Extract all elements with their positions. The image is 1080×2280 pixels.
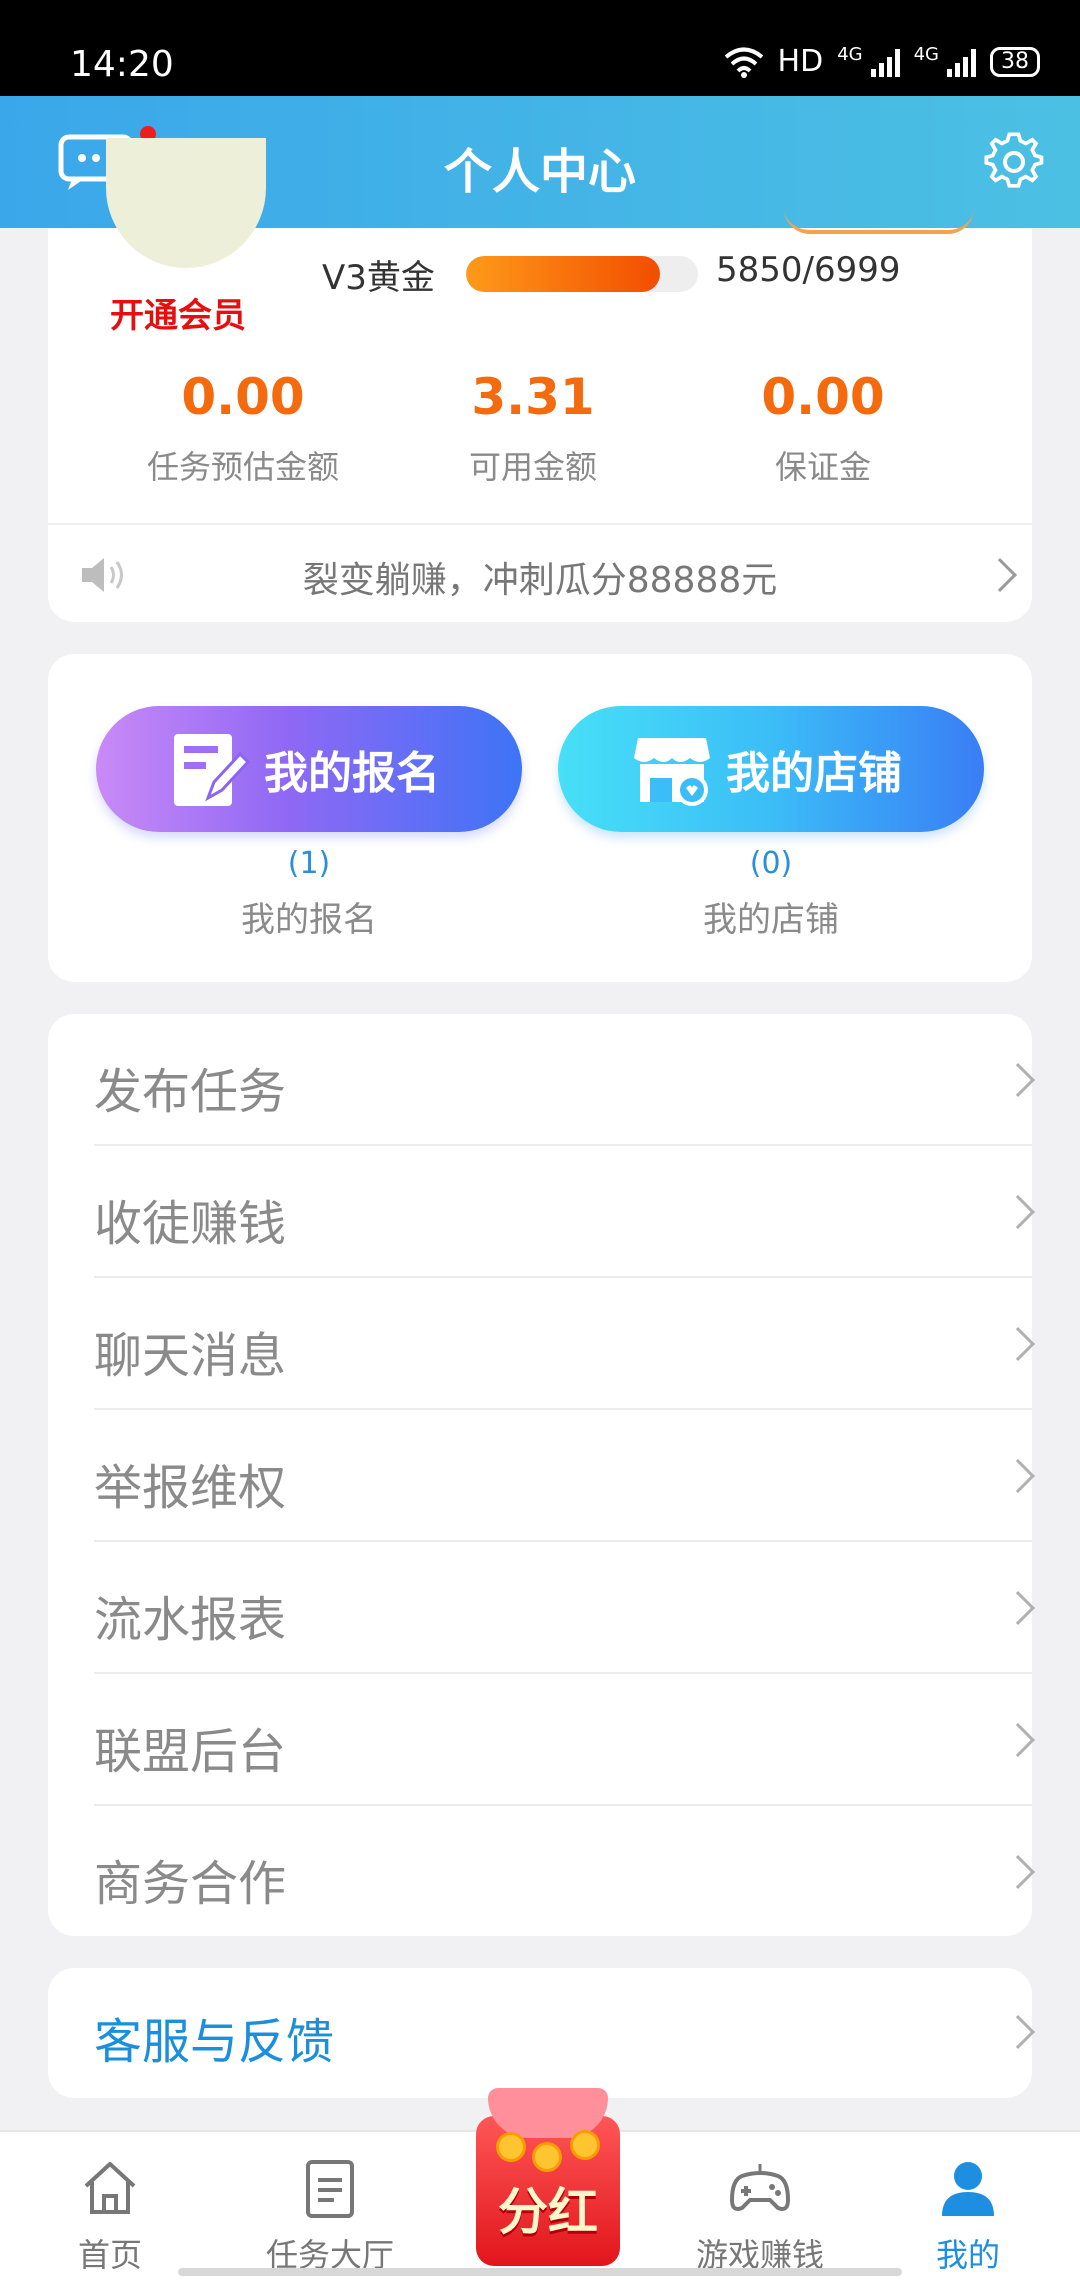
- menu-item-recruit[interactable]: 收徒赚钱: [48, 1146, 1035, 1278]
- signal-icon-2: [947, 47, 976, 77]
- menu-item-report[interactable]: 举报维权: [48, 1410, 1035, 1542]
- signal-label-2: 4G: [913, 44, 939, 65]
- menu-item-label: 发布任务: [94, 1064, 287, 1120]
- user-icon: [942, 2162, 994, 2216]
- status-bar: 14:20 HD 4G 4G 38: [0, 0, 1080, 96]
- chevron-right-icon: [1001, 1327, 1035, 1361]
- menu-item-label: 流水报表: [94, 1592, 287, 1648]
- menu-item-business[interactable]: 商务合作: [48, 1806, 1035, 1938]
- stat-available[interactable]: 3.31 可用金额: [378, 368, 688, 488]
- tab-mine[interactable]: 我的: [868, 2132, 1068, 2280]
- my-registration-button[interactable]: 我的报名: [96, 706, 522, 832]
- notice-text: 裂变躺赚，冲刺瓜分88888元: [302, 560, 778, 601]
- chevron-right-icon: [1001, 1591, 1035, 1625]
- menu-list: 发布任务 收徒赚钱 聊天消息 举报维权 流水报表 联盟后台 商务合作: [48, 1014, 1035, 1938]
- chevron-right-icon: [1001, 2015, 1035, 2049]
- menu-item-alliance[interactable]: 联盟后台: [48, 1674, 1035, 1806]
- balance-stats: 0.00 任务预估金额 3.31 可用金额 0.00 保证金: [48, 368, 1032, 488]
- stat-label: 可用金额: [468, 448, 597, 486]
- chevron-right-icon: [1001, 1459, 1035, 1493]
- document-icon: [306, 2160, 354, 2218]
- my-shop-button[interactable]: 我的店铺: [558, 706, 984, 832]
- shop-count: (0): [749, 846, 793, 881]
- support-label: 客服与反馈: [94, 2014, 335, 2070]
- menu-item-statements[interactable]: 流水报表: [48, 1542, 1035, 1674]
- battery-icon: 38: [990, 46, 1040, 77]
- vip-badge-edge[interactable]: [784, 208, 974, 234]
- tab-game-earn[interactable]: 游戏赚钱: [660, 2132, 860, 2280]
- chevron-right-icon: [1001, 1855, 1035, 1889]
- status-time: 14:20: [70, 44, 174, 85]
- menu-item-label: 商务合作: [94, 1856, 287, 1912]
- stat-value: 0.00: [181, 368, 305, 426]
- menu-item-chat[interactable]: 聊天消息: [48, 1278, 1035, 1410]
- status-icons: HD 4G 4G 38: [724, 44, 1040, 79]
- shop-icon: [634, 738, 710, 806]
- hd-indicator: HD: [777, 44, 824, 79]
- tab-dividend[interactable]: 分红: [466, 2076, 630, 2272]
- coin-icon: [532, 2142, 562, 2172]
- level-progress-fill: [466, 256, 660, 292]
- gamepad-icon: [729, 2164, 791, 2211]
- avatar[interactable]: [106, 138, 266, 268]
- level-progress-bar: [466, 256, 698, 292]
- coin-icon: [570, 2130, 600, 2160]
- level-exp-text: 5850/6999: [716, 250, 901, 290]
- registration-count: (1): [287, 846, 331, 881]
- profile-card: 开通会员 V3黄金 5850/6999 0.00 任务预估金额 3.31 可用金…: [48, 138, 1032, 622]
- quick-actions-card: 我的报名 (1) 我的报名 我的店铺 (0) 我的店铺: [48, 654, 1032, 982]
- shop-label: 我的店铺: [703, 900, 839, 940]
- menu-item-label: 举报维权: [94, 1460, 287, 1516]
- stat-value: 3.31: [471, 368, 595, 426]
- home-icon: [84, 2162, 136, 2214]
- chevron-right-icon: [1001, 1723, 1035, 1757]
- coin-icon: [496, 2132, 526, 2162]
- open-vip-link[interactable]: 开通会员: [110, 288, 246, 337]
- wifi-icon: [724, 47, 763, 78]
- stat-label: 任务预估金额: [146, 448, 339, 486]
- notice-bar[interactable]: 裂变躺赚，冲刺瓜分88888元: [48, 523, 1032, 622]
- stat-deposit[interactable]: 0.00 保证金: [688, 368, 958, 488]
- stat-value: 0.00: [761, 368, 885, 426]
- dividend-label: 分红: [498, 2183, 598, 2241]
- signal-label-1: 4G: [837, 44, 863, 65]
- menu-item-label: 聊天消息: [94, 1328, 287, 1384]
- chevron-right-icon: [1001, 1195, 1035, 1229]
- menu-item-label: 收徒赚钱: [94, 1196, 287, 1252]
- my-shop-button-label: 我的店铺: [726, 748, 902, 799]
- tab-home[interactable]: 首页: [10, 2132, 210, 2280]
- chevron-right-icon: [1001, 1063, 1035, 1097]
- menu-item-publish-task[interactable]: 发布任务: [48, 1014, 1035, 1146]
- member-level: V3黄金: [322, 258, 435, 298]
- my-registration-button-label: 我的报名: [264, 748, 440, 799]
- stat-label: 保证金: [774, 448, 871, 486]
- registration-label: 我的报名: [241, 900, 377, 940]
- menu-item-label: 联盟后台: [94, 1724, 287, 1780]
- edit-form-icon: [174, 734, 251, 806]
- tab-task-hall[interactable]: 任务大厅: [230, 2132, 430, 2280]
- home-indicator: [178, 2268, 902, 2276]
- signal-icon-1: [870, 47, 900, 77]
- gear-icon[interactable]: [984, 132, 1044, 192]
- stat-estimated[interactable]: 0.00 任务预估金额: [108, 368, 378, 488]
